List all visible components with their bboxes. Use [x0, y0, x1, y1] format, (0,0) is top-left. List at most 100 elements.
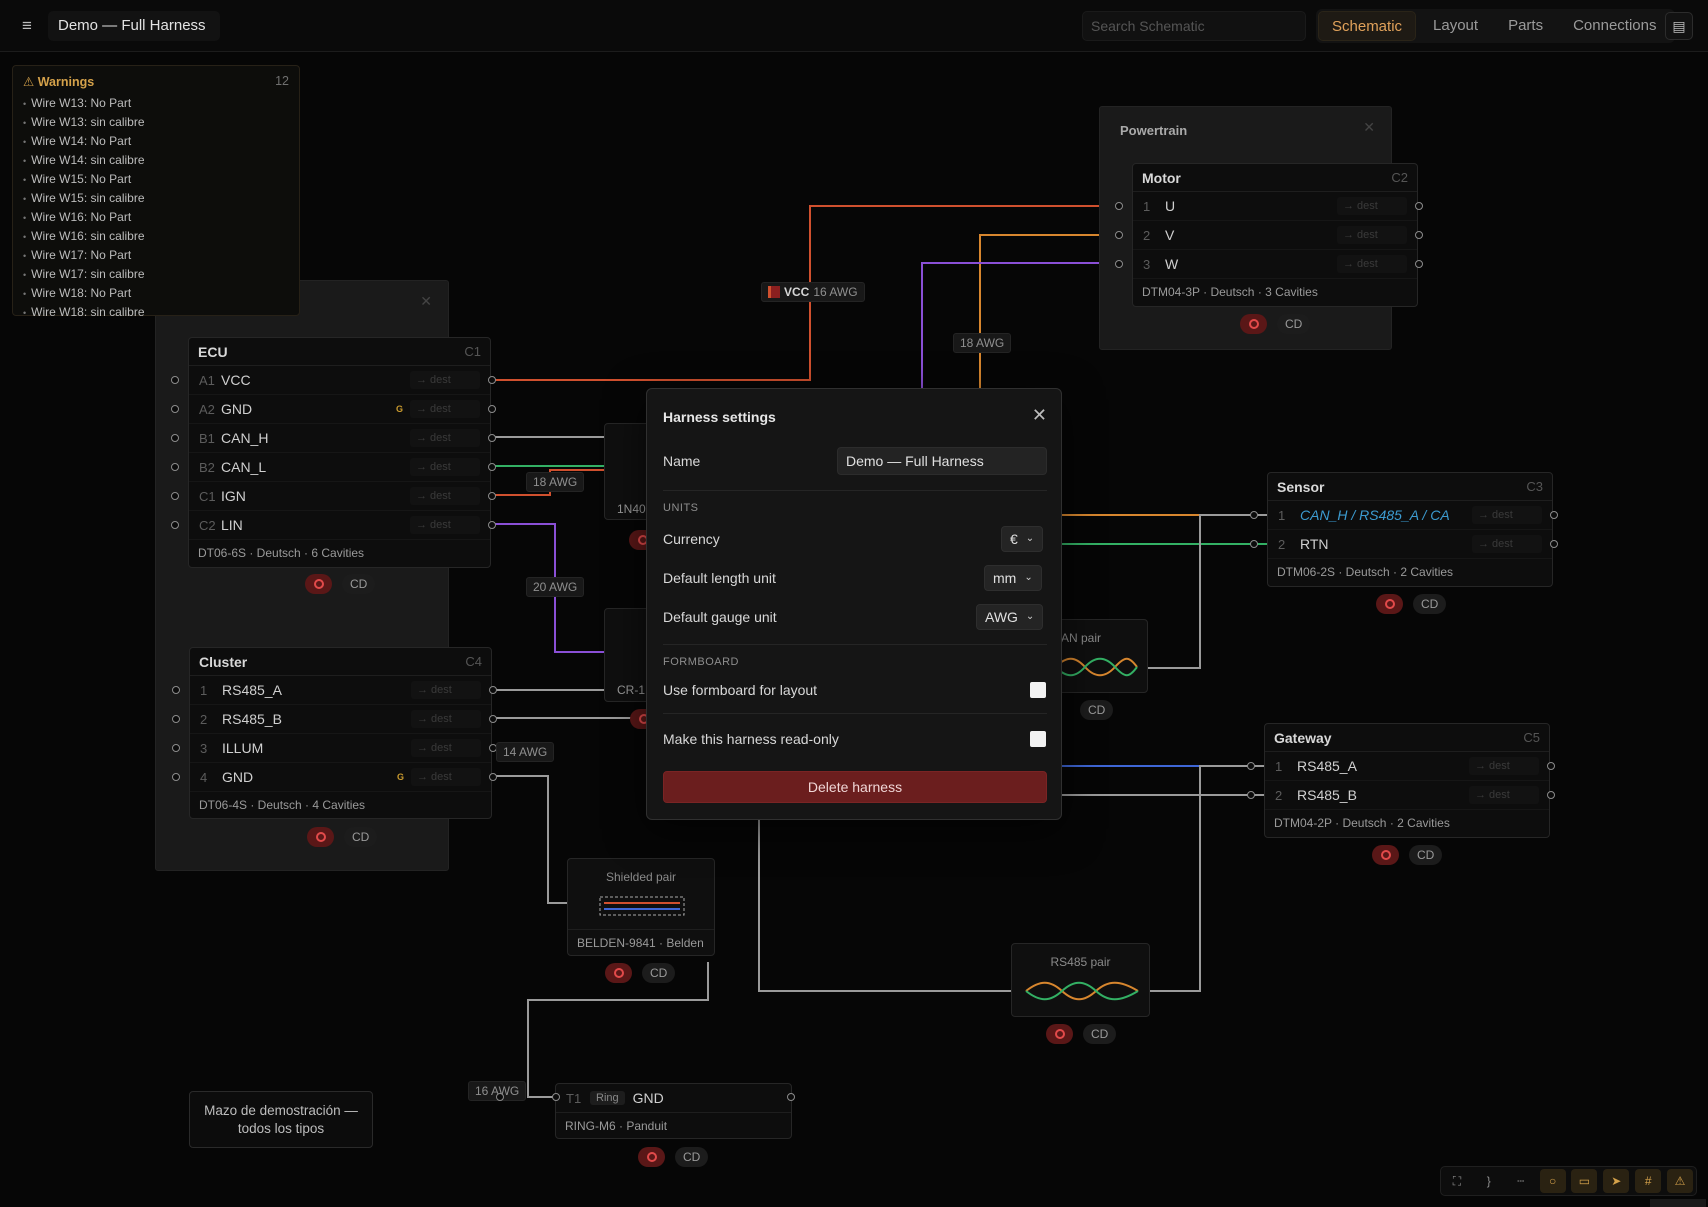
delete-circle-icon[interactable] — [1240, 314, 1267, 334]
cd-badge[interactable]: CD — [1409, 845, 1443, 865]
gauge-unit-select[interactable]: AWG ⌄ — [976, 604, 1044, 630]
pin-left-endpoint[interactable] — [1247, 762, 1255, 770]
pin-destination-field[interactable]: → dest — [1337, 197, 1407, 215]
pin-destination-field[interactable]: → dest — [410, 516, 480, 534]
wire-endpoint[interactable] — [787, 1093, 795, 1101]
pin-right-endpoint[interactable] — [489, 686, 497, 694]
pin-left-endpoint[interactable] — [1250, 540, 1258, 548]
warning-item[interactable]: • Wire W14: sin calibre — [23, 151, 289, 170]
cd-badge[interactable]: CD — [642, 963, 676, 983]
currency-select[interactable]: € ⌄ — [1001, 526, 1044, 552]
pin-destination-field[interactable]: → dest — [1337, 226, 1407, 244]
pin-row[interactable]: A2 GND G → dest — [171, 395, 496, 424]
pin-row[interactable]: 2 RTN → dest — [1250, 530, 1558, 559]
cd-badge[interactable]: CD — [342, 574, 376, 594]
tab-connections[interactable]: Connections — [1560, 11, 1669, 41]
pin-row[interactable]: 1 U → dest — [1115, 192, 1423, 221]
warning-item[interactable]: • Wire W13: No Part — [23, 94, 289, 113]
close-icon[interactable]: ✕ — [1032, 405, 1047, 426]
circle-tool-icon[interactable]: ○ — [1539, 1169, 1566, 1193]
formboard-checkbox[interactable] — [1030, 682, 1046, 698]
pin-destination-field[interactable]: → dest — [1469, 757, 1539, 775]
arrow-tool-icon[interactable]: ➤ — [1603, 1169, 1630, 1193]
warning-item[interactable]: • Wire W17: sin calibre — [23, 265, 289, 284]
pin-right-endpoint[interactable] — [1547, 791, 1555, 799]
pin-row[interactable]: C1 IGN → dest — [171, 482, 496, 511]
warning-item[interactable]: • Wire W16: No Part — [23, 208, 289, 227]
warning-tool-icon[interactable]: ⚠ — [1667, 1169, 1694, 1193]
delete-circle-icon[interactable] — [307, 827, 334, 847]
delete-circle-icon[interactable] — [1372, 845, 1399, 865]
fit-view-icon[interactable]: ⛶ — [1444, 1169, 1470, 1193]
pin-left-endpoint[interactable] — [172, 773, 180, 781]
pin-destination-field[interactable]: → dest — [410, 487, 480, 505]
harness-name-input[interactable] — [837, 447, 1047, 475]
cd-badge[interactable]: CD — [1083, 1024, 1117, 1044]
readonly-checkbox[interactable] — [1030, 731, 1046, 747]
cd-badge[interactable]: CD — [675, 1147, 709, 1167]
wire-label-vcc[interactable]: VCC 16 AWG — [761, 282, 865, 302]
group-close-icon[interactable]: ✕ — [420, 293, 432, 310]
shielded-pair[interactable]: Shielded pair BELDEN-9841 · Belden — [567, 858, 715, 956]
pin-right-endpoint[interactable] — [1550, 540, 1558, 548]
panel-toggle-icon[interactable]: ▤ — [1665, 12, 1693, 40]
pin-row[interactable]: 2 RS485_B → dest — [172, 705, 497, 734]
pin-left-endpoint[interactable] — [1247, 791, 1255, 799]
warning-item[interactable]: • Wire W18: sin calibre — [23, 303, 289, 322]
connector-ecu[interactable]: ECU C1 A1 VCC → dest A2 GND G → dest B1 CAN_H → de… — [171, 337, 496, 568]
pin-right-endpoint[interactable] — [489, 715, 497, 723]
pin-left-endpoint[interactable] — [171, 492, 179, 500]
pin-left-endpoint[interactable] — [171, 521, 179, 529]
pin-row[interactable]: B2 CAN_L → dest — [171, 453, 496, 482]
pin-left-endpoint[interactable] — [172, 715, 180, 723]
pin-left-endpoint[interactable] — [172, 744, 180, 752]
pin-row[interactable]: B1 CAN_H → dest — [171, 424, 496, 453]
pin-row[interactable]: 2 V → dest — [1115, 221, 1423, 250]
search-input[interactable] — [1082, 11, 1306, 41]
pin-destination-field[interactable]: → dest — [1469, 786, 1539, 804]
pin-row[interactable]: 1 RS485_A → dest — [172, 676, 497, 705]
harness-title[interactable]: Demo — Full Harness — [48, 11, 220, 41]
pin-row[interactable]: 1 RS485_A → dest — [1247, 752, 1555, 781]
warning-item[interactable]: • Wire W14: No Part — [23, 132, 289, 151]
delete-harness-button[interactable]: Delete harness — [663, 771, 1047, 803]
pin-destination-field[interactable]: → dest — [410, 400, 480, 418]
wire-label-lin-gauge[interactable]: 20 AWG — [526, 577, 585, 597]
pin-right-endpoint[interactable] — [1415, 202, 1423, 210]
pin-left-endpoint[interactable] — [1115, 231, 1123, 239]
pin-right-endpoint[interactable] — [488, 405, 496, 413]
pin-left-endpoint[interactable] — [1250, 511, 1258, 519]
connector-gateway[interactable]: Gateway C5 1 RS485_A → dest 2 RS485_B → dest D… — [1247, 723, 1555, 838]
wire-label-gnd-gauge[interactable]: 14 AWG — [496, 742, 555, 762]
cd-badge[interactable]: CD — [1413, 594, 1447, 614]
pin-destination-field[interactable]: → dest — [411, 681, 481, 699]
pin-right-endpoint[interactable] — [1547, 762, 1555, 770]
rectangle-tool-icon[interactable]: ▭ — [1571, 1169, 1598, 1193]
wire-endpoint[interactable] — [552, 1093, 560, 1101]
grid-tool-icon[interactable]: # — [1635, 1169, 1662, 1193]
pin-row[interactable]: C2 LIN → dest — [171, 511, 496, 540]
hamburger-menu-icon[interactable]: ≡ — [14, 14, 40, 38]
pin-destination-field[interactable]: → dest — [411, 768, 481, 786]
tab-schematic[interactable]: Schematic — [1318, 11, 1417, 41]
scrollbar[interactable] — [1650, 1199, 1706, 1207]
cd-badge[interactable]: CD — [344, 827, 378, 847]
pin-right-endpoint[interactable] — [488, 434, 496, 442]
brace-icon[interactable]: } — [1476, 1169, 1502, 1193]
pin-row[interactable]: A1 VCC → dest — [171, 366, 496, 395]
dashed-line-icon[interactable]: ┄ — [1508, 1169, 1534, 1193]
terminal-ring[interactable]: T1 Ring GND RING-M6 · Panduit — [555, 1083, 792, 1139]
connector-sensor[interactable]: Sensor C3 1 CAN_H / RS485_A / CA → dest 2 RT… — [1250, 472, 1558, 587]
warning-item[interactable]: • Wire W15: sin calibre — [23, 189, 289, 208]
cd-badge[interactable]: CD — [1080, 700, 1114, 720]
tab-parts[interactable]: Parts — [1495, 11, 1556, 41]
pin-row[interactable]: 3 ILLUM → dest — [172, 734, 497, 763]
rs485-pair[interactable]: RS485 pair — [1011, 943, 1150, 1017]
pin-destination-field[interactable]: → dest — [1472, 535, 1542, 553]
delete-circle-icon[interactable] — [305, 574, 332, 594]
pin-row[interactable]: 4 GND G → dest — [172, 763, 497, 792]
pin-destination-field[interactable]: → dest — [411, 739, 481, 757]
delete-circle-icon[interactable] — [1376, 594, 1403, 614]
delete-circle-icon[interactable] — [605, 963, 632, 983]
connector-motor[interactable]: Motor C2 1 U → dest 2 V → dest 3 W → dest DTM04-3… — [1115, 163, 1423, 307]
